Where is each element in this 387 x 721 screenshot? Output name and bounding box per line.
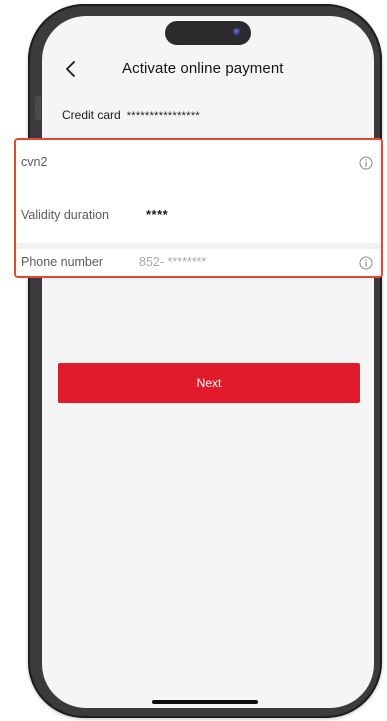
info-icon[interactable]: [359, 156, 373, 170]
phone-number-field[interactable]: Phone number 852- ********: [16, 249, 381, 278]
camera-icon: [233, 28, 241, 36]
page-title: Activate online payment: [122, 60, 284, 77]
next-button[interactable]: Next: [58, 363, 360, 403]
info-icon[interactable]: [359, 256, 373, 270]
phone-side-button: [35, 96, 41, 120]
home-indicator[interactable]: [152, 700, 258, 704]
cvn2-label: cvn2: [21, 155, 48, 169]
cvn2-field[interactable]: cvn2: [16, 140, 381, 180]
validity-duration-field[interactable]: Validity duration ****: [16, 195, 381, 235]
back-button[interactable]: [62, 58, 82, 80]
validity-duration-label: Validity duration: [21, 208, 110, 222]
chevron-left-icon: [66, 61, 75, 77]
credit-card-number: ****************: [126, 110, 200, 122]
credit-card-label: Credit card: [62, 108, 121, 122]
form-highlight-box: cvn2 Validity duration **** Phone number…: [14, 138, 383, 278]
next-button-label: Next: [196, 376, 222, 390]
phone-number-value: 852- ********: [139, 255, 207, 269]
credit-card-row: Credit card ****************: [62, 108, 200, 122]
phone-number-label: Phone number: [21, 255, 104, 269]
validity-duration-value: ****: [146, 207, 169, 222]
